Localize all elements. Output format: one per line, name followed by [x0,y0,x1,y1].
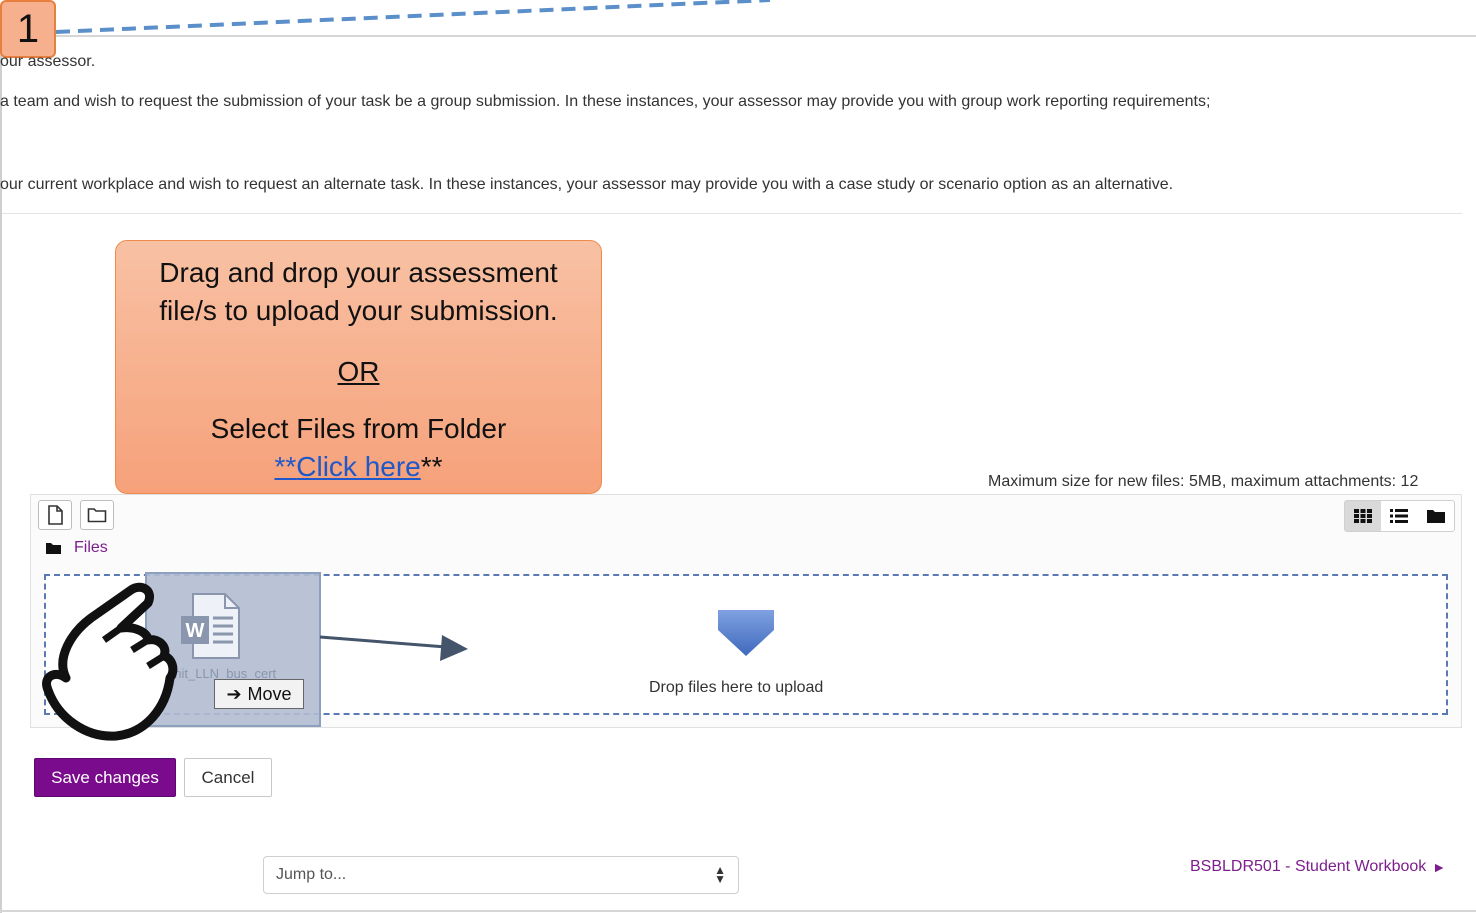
create-folder-button[interactable] [80,500,114,530]
drag-direction-arrow [319,635,468,661]
select-caret-icon: ▲ ▼ [714,863,726,886]
svg-text:W: W [186,620,205,642]
drop-files-text: Drop files here to upload [649,679,824,696]
callout-link-row: **Click here** [274,451,443,482]
intro-text-line: our current workplace and wish to reques… [0,176,1174,193]
jump-to-value: Jump to... [276,866,347,883]
next-activity-link[interactable]: BSBLDR501 - Student Workbook ► [1190,858,1446,876]
view-list-button[interactable] [1381,501,1417,531]
view-mode-switcher [1344,500,1455,532]
folder-icon [87,508,107,523]
section-divider [2,213,1462,214]
add-file-button[interactable] [38,500,72,530]
bottom-divider [0,910,1476,912]
instruction-callout: Drag and drop your assessment file/s to … [115,240,602,494]
callout-line: file/s to upload your submission. [159,295,558,326]
view-icons-button[interactable] [1345,501,1382,531]
file-icon [48,505,63,525]
max-size-notice: Maximum size for new files: 5MB, maximum… [988,473,1419,490]
hand-pointer-icon [42,582,178,741]
arrow-right-icon: ➔ [226,683,242,704]
callout-or: OR [337,356,380,387]
folder-solid-icon [46,543,61,554]
triangle-right-icon: ► [1432,859,1447,875]
grid-icon [1354,509,1373,523]
step-number-badge: 1 [0,0,56,58]
word-document-icon: W [181,593,240,659]
breadcrumb: Files [46,539,108,557]
save-changes-button[interactable]: Save changes [34,758,176,797]
jump-to-select[interactable]: Jump to... ▲ ▼ [263,856,739,894]
view-tree-button[interactable] [1418,501,1454,531]
intro-text-line: our assessor. [0,53,96,70]
left-border [0,37,2,913]
callout-line: Drag and drop your assessment [159,257,558,288]
click-here-link[interactable]: **Click here [274,451,420,482]
list-icon [1390,509,1409,523]
breadcrumb-files-link[interactable]: Files [74,539,108,557]
cancel-button[interactable]: Cancel [184,758,272,797]
folder-solid-icon [1426,510,1445,523]
callout-select-text: Select Files from Folder [210,413,507,444]
intro-text-line: a team and wish to request the submissio… [0,93,1211,110]
arrow-down-icon [718,610,774,656]
callout-connector-line [55,0,771,34]
move-cursor-badge: ➔ Move [214,679,304,709]
